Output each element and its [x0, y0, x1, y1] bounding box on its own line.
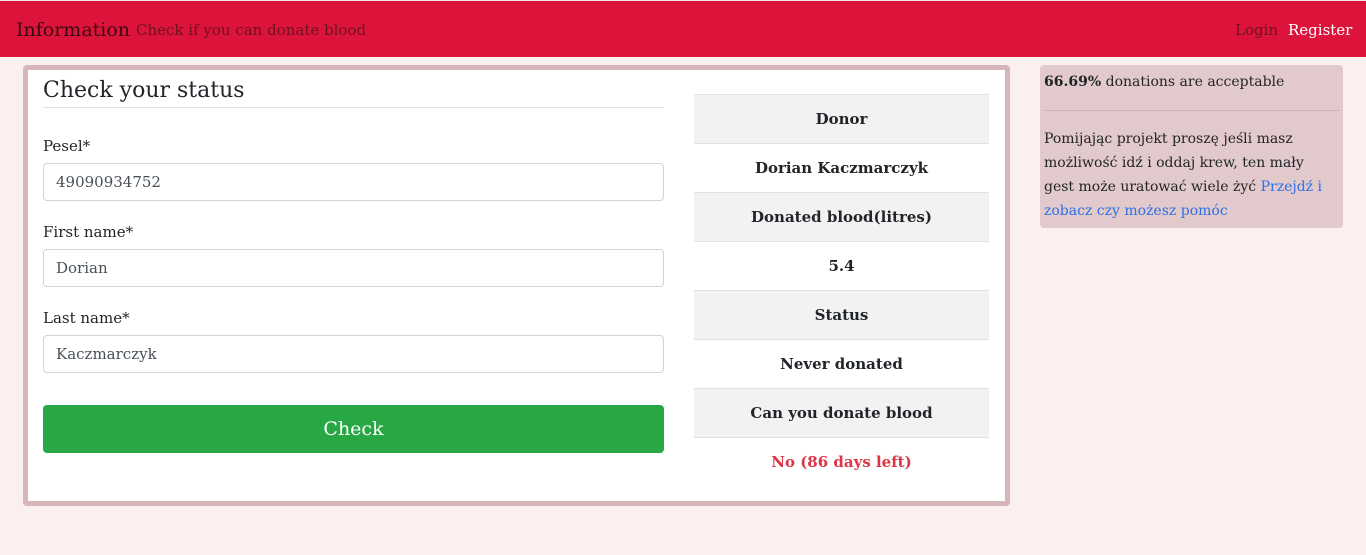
nav-check-donate-link[interactable]: Check if you can donate blood [136, 21, 366, 39]
first-name-label: First name* [43, 223, 134, 241]
last-name-label: Last name* [43, 309, 130, 327]
check-button[interactable]: Check [43, 405, 664, 453]
can-donate-value: No (86 days left) [694, 437, 989, 486]
nav-register-link[interactable]: Register [1288, 21, 1352, 39]
donor-value: Dorian Kaczmarczyk [694, 143, 989, 193]
acceptance-text: donations are acceptable [1101, 74, 1285, 90]
status-header: Status [694, 290, 989, 340]
sidebar-divider [1044, 110, 1339, 111]
pesel-label: Pesel* [43, 137, 91, 155]
pesel-input[interactable] [43, 163, 664, 201]
page-title: Check your status [43, 78, 664, 108]
top-navbar: Information Check if you can donate bloo… [0, 0, 1366, 57]
brand-link[interactable]: Information [16, 19, 130, 41]
can-donate-header: Can you donate blood [694, 388, 989, 438]
first-name-input[interactable] [43, 249, 664, 287]
donor-header: Donor [694, 94, 989, 144]
acceptance-percent: 66.69% [1044, 74, 1102, 90]
donated-blood-value: 5.4 [694, 241, 989, 291]
status-table: Donor Dorian Kaczmarczyk Donated blood(l… [694, 94, 989, 486]
sidebar-message: Pomijając projekt proszę jeśli masz możl… [1044, 127, 1334, 223]
last-name-input[interactable] [43, 335, 664, 373]
nav-login-link[interactable]: Login [1235, 21, 1278, 39]
info-sidebar: 66.69% donations are acceptable Pomijają… [1040, 65, 1343, 228]
status-value: Never donated [694, 339, 989, 389]
status-check-card: Check your status Pesel* First name* Las… [23, 65, 1010, 506]
donated-blood-header: Donated blood(litres) [694, 192, 989, 242]
acceptance-stat: 66.69% donations are acceptable [1044, 70, 1284, 94]
